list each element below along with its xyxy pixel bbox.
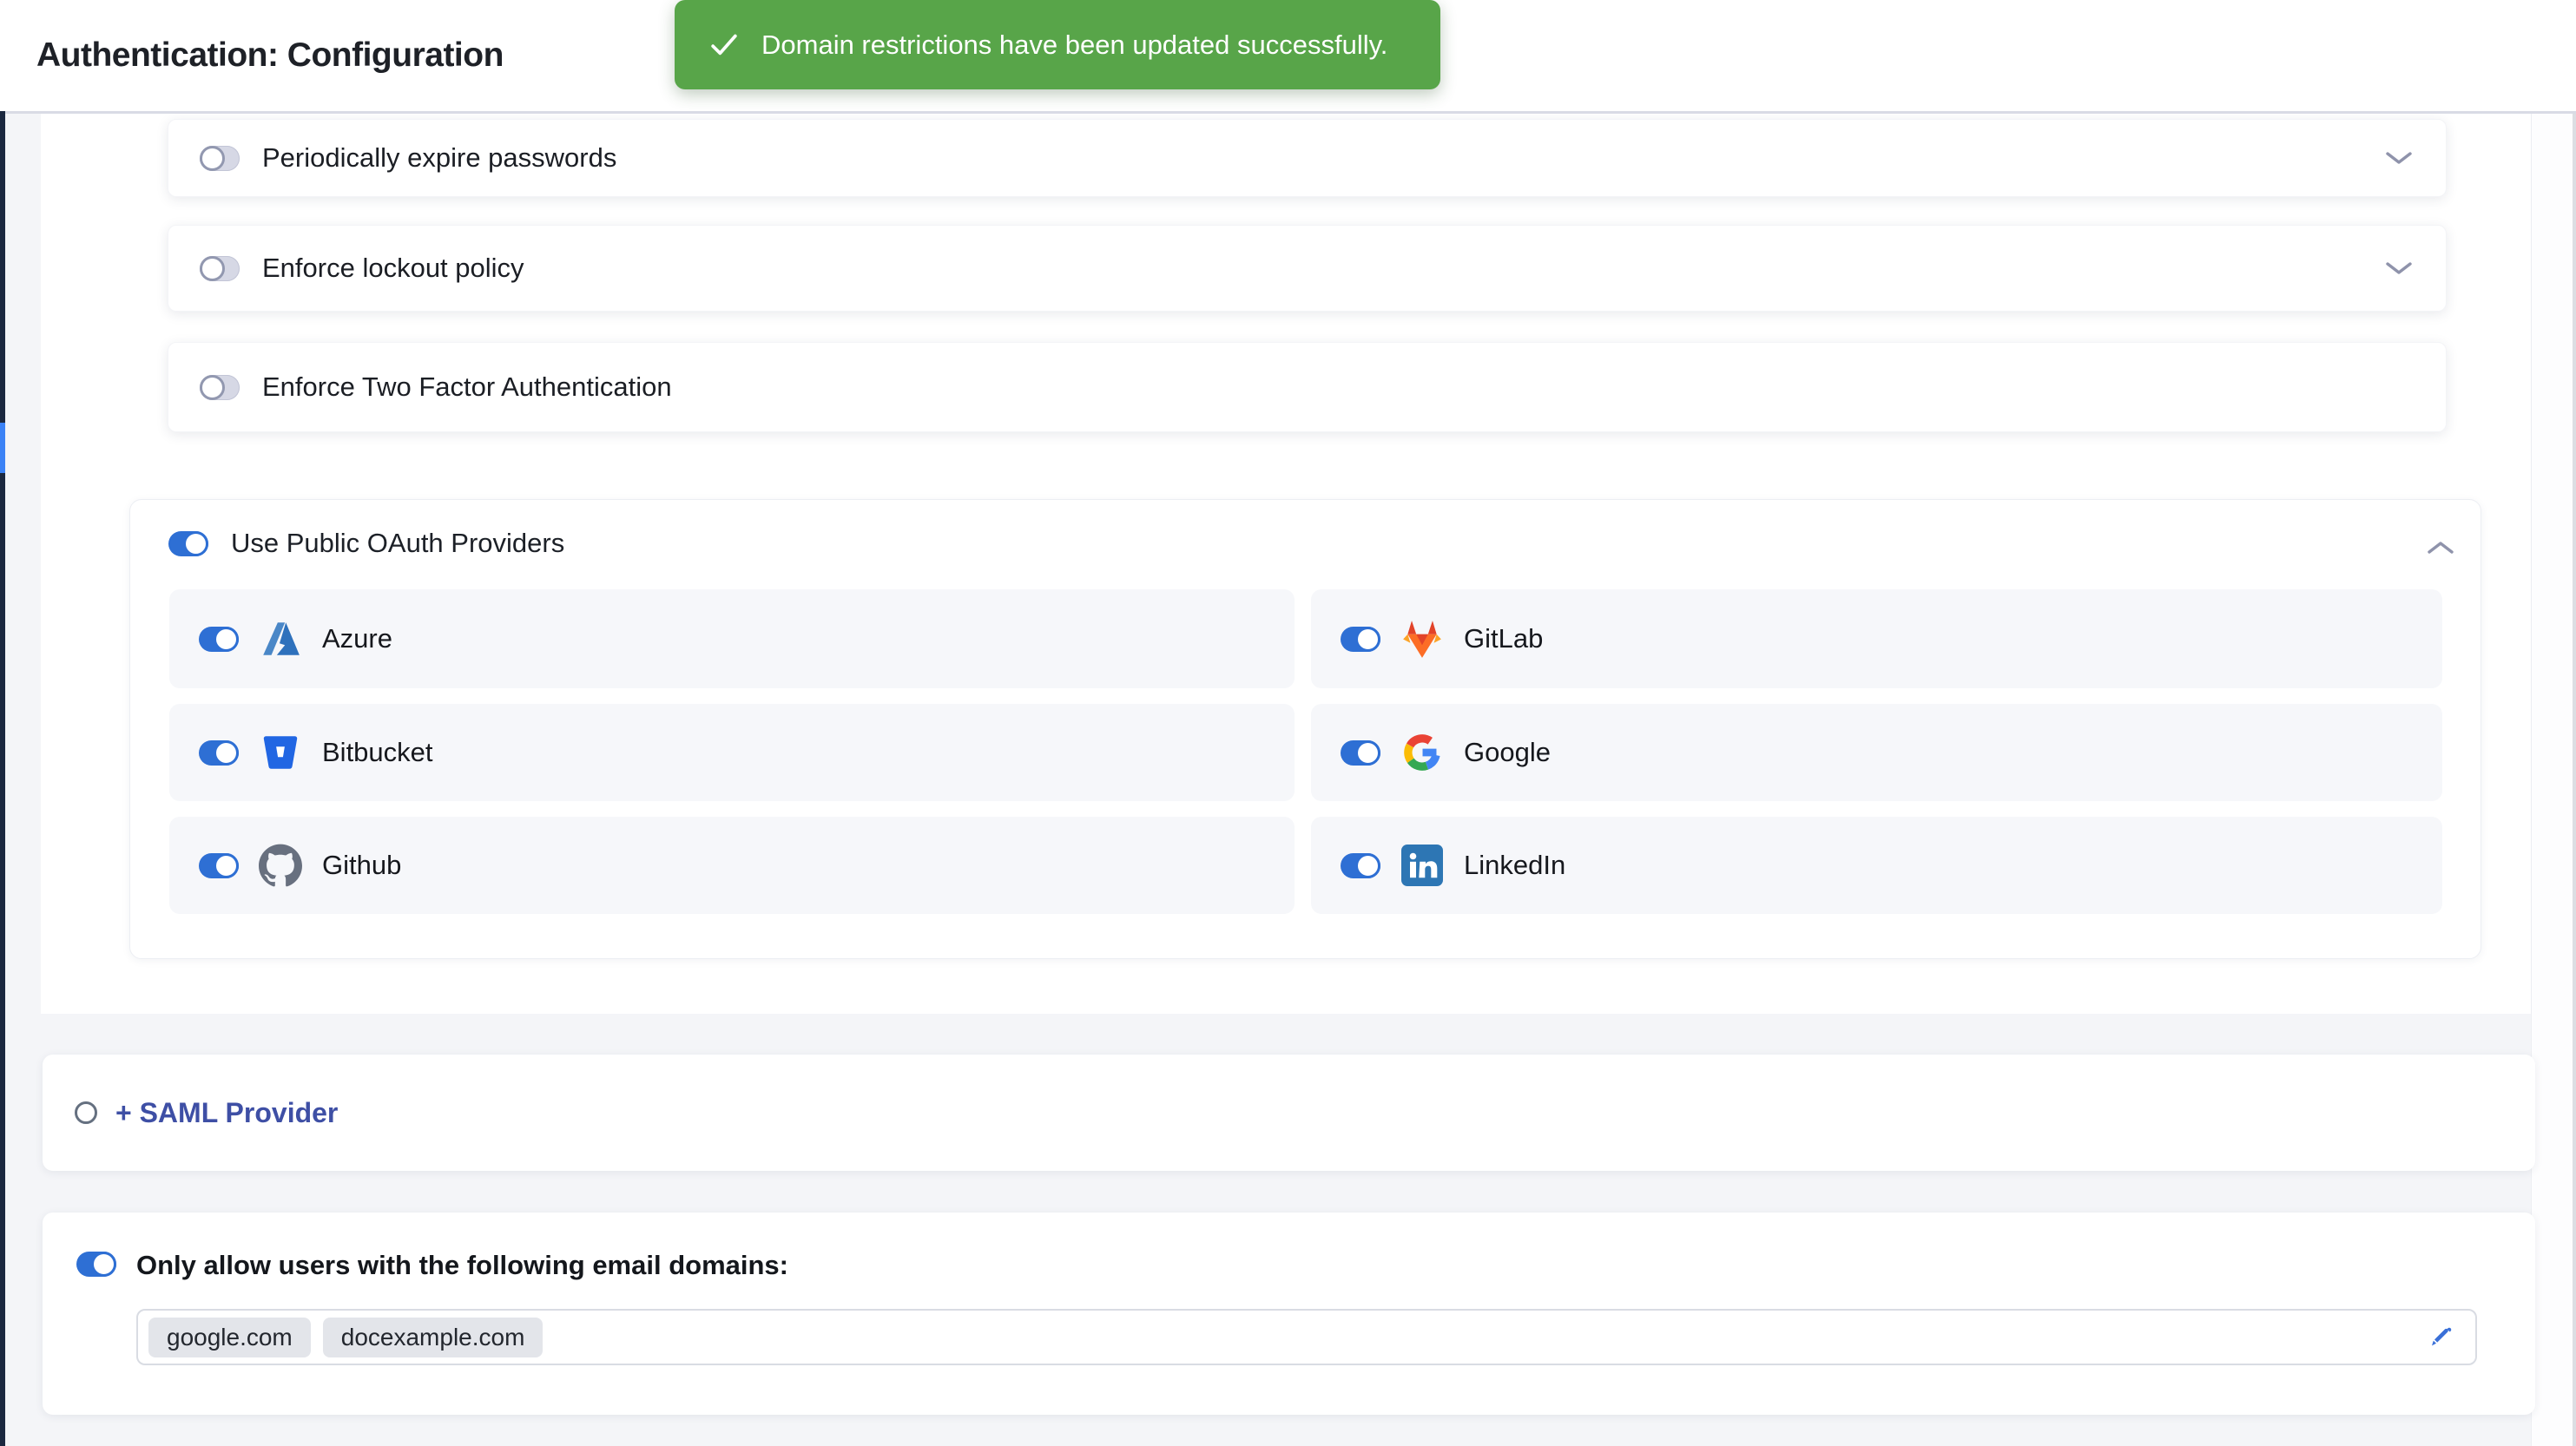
collapsed-sidebar-edge[interactable]	[0, 111, 5, 1446]
bitbucket-toggle[interactable]	[199, 740, 239, 766]
email-domains-label: Only allow users with the following emai…	[136, 1248, 788, 1283]
toast-message: Domain restrictions have been updated su…	[761, 30, 1387, 61]
page-title: Authentication: Configuration	[36, 0, 504, 111]
toggle-knob	[200, 146, 225, 171]
toggle-knob	[1355, 853, 1380, 878]
provider-row-linkedin[interactable]: LinkedIn	[1311, 817, 2442, 914]
provider-label: Bitbucket	[322, 737, 433, 768]
scrollbar-track[interactable]	[2573, 114, 2576, 1446]
configuration-panel: Periodically expire passwords Enforce lo…	[41, 114, 2531, 1014]
linkedin-icon	[1400, 843, 1445, 888]
provider-label: Azure	[322, 623, 392, 654]
toggle-knob	[1355, 627, 1380, 652]
toggle-knob	[214, 627, 239, 652]
oauth-header-label: Use Public OAuth Providers	[231, 528, 564, 559]
toggle-knob	[200, 375, 225, 400]
gitlab-toggle[interactable]	[1341, 627, 1380, 652]
expire-passwords-toggle[interactable]	[200, 146, 240, 171]
setting-label: Enforce lockout policy	[262, 253, 524, 284]
github-toggle[interactable]	[199, 853, 239, 878]
toggle-knob	[214, 853, 239, 878]
setting-row-expire-passwords[interactable]: Periodically expire passwords	[168, 119, 2447, 197]
setting-row-lockout-policy[interactable]: Enforce lockout policy	[168, 225, 2447, 312]
provider-label: Google	[1464, 737, 1551, 768]
toggle-knob	[183, 531, 208, 556]
email-domains-panel: Only allow users with the following emai…	[43, 1213, 2535, 1415]
domain-tag[interactable]: google.com	[148, 1318, 311, 1357]
azure-icon	[258, 616, 303, 661]
toggle-knob	[1355, 740, 1380, 766]
provider-row-gitlab[interactable]: GitLab	[1311, 589, 2442, 688]
check-icon	[709, 33, 739, 57]
sidebar-accent-mark	[0, 423, 5, 473]
provider-row-google[interactable]: Google	[1311, 704, 2442, 801]
setting-label: Enforce Two Factor Authentication	[262, 371, 672, 403]
provider-label: Github	[322, 850, 401, 881]
oauth-providers-section: Use Public OAuth Providers Azure	[129, 499, 2481, 959]
google-icon	[1400, 730, 1445, 775]
setting-row-two-factor[interactable]: Enforce Two Factor Authentication	[168, 342, 2447, 432]
azure-toggle[interactable]	[199, 627, 239, 652]
oauth-master-toggle[interactable]	[168, 531, 208, 556]
email-domains-toggle[interactable]	[76, 1252, 116, 1277]
domain-tag[interactable]: docexample.com	[323, 1318, 544, 1357]
lockout-policy-toggle[interactable]	[200, 256, 240, 281]
toggle-knob	[214, 740, 239, 766]
email-domains-input[interactable]: google.com docexample.com	[136, 1309, 2477, 1365]
provider-label: GitLab	[1464, 623, 1543, 654]
gitlab-icon	[1400, 616, 1445, 661]
provider-label: LinkedIn	[1464, 850, 1565, 881]
success-toast: Domain restrictions have been updated su…	[675, 0, 1440, 89]
toggle-knob	[91, 1252, 116, 1277]
bitbucket-icon	[258, 730, 303, 775]
setting-label: Periodically expire passwords	[262, 142, 616, 174]
oauth-header: Use Public OAuth Providers	[168, 528, 564, 559]
saml-radio[interactable]	[75, 1101, 97, 1124]
provider-row-bitbucket[interactable]: Bitbucket	[169, 704, 1295, 801]
provider-row-github[interactable]: Github	[169, 817, 1295, 914]
edit-domains-button[interactable]	[2425, 1322, 2456, 1353]
chevron-down-icon[interactable]	[2385, 260, 2413, 276]
chevron-down-icon[interactable]	[2385, 150, 2413, 166]
two-factor-toggle[interactable]	[200, 375, 240, 400]
add-saml-provider-button[interactable]: + SAML Provider	[115, 1055, 338, 1171]
provider-row-azure[interactable]: Azure	[169, 589, 1295, 688]
pencil-icon	[2427, 1324, 2454, 1351]
right-gutter	[2531, 114, 2576, 1446]
github-icon	[258, 843, 303, 888]
chevron-up-icon[interactable]	[2427, 540, 2454, 555]
google-toggle[interactable]	[1341, 740, 1380, 766]
toggle-knob	[200, 256, 225, 281]
linkedin-toggle[interactable]	[1341, 853, 1380, 878]
saml-provider-panel: + SAML Provider	[43, 1055, 2535, 1171]
